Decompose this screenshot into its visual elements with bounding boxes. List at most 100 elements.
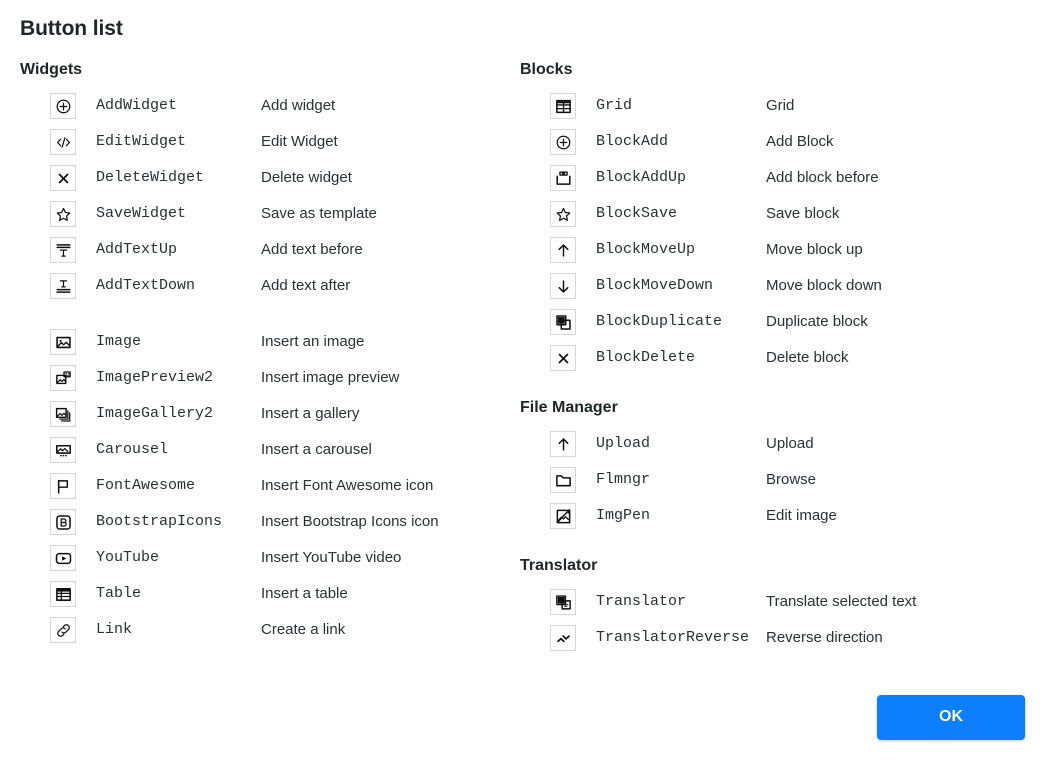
text-add-up-icon xyxy=(50,237,76,263)
folder-icon xyxy=(550,467,576,493)
button-name: AddTextUp xyxy=(96,241,178,258)
button-row[interactable]: ImagePreview2 Insert image preview xyxy=(20,360,520,396)
button-description: Browse xyxy=(766,471,817,488)
button-description: Insert Font Awesome icon xyxy=(261,477,434,494)
plus-circle-icon xyxy=(50,93,76,119)
button-group: Image Insert an image ImagePreview2 Insert … xyxy=(20,324,520,648)
button-row[interactable]: BlockMoveUp Move block up xyxy=(520,232,1047,268)
image-icon xyxy=(50,329,76,355)
button-description: Upload xyxy=(766,435,814,452)
button-row[interactable]: Upload Upload xyxy=(520,426,1047,462)
plus-circle-icon xyxy=(550,129,576,155)
button-name: Flmngr xyxy=(596,471,651,488)
button-row[interactable] xyxy=(520,656,1047,658)
button-name: BlockMoveDown xyxy=(596,277,714,294)
ok-button[interactable]: OK xyxy=(877,694,1025,740)
button-description: Grid xyxy=(766,97,795,114)
dialog-footer: OK xyxy=(0,671,1047,763)
button-name: AddTextDown xyxy=(96,277,196,294)
button-row[interactable]: DeleteWidget Delete widget xyxy=(20,160,520,196)
button-row[interactable]: BootstrapIcons Insert Bootstrap Icons ico… xyxy=(20,504,520,540)
button-row[interactable]: BlockDelete Delete block xyxy=(520,340,1047,376)
left-column: Widgets AddWidget Add widget EditWidget Edit… xyxy=(20,60,520,648)
button-row[interactable]: Translator Translate selected text xyxy=(520,584,1047,620)
button-row[interactable]: ImageGallery2 Insert a gallery xyxy=(20,396,520,432)
button-description: Insert a carousel xyxy=(261,441,372,458)
button-description: Add block before xyxy=(766,169,879,186)
button-row[interactable]: Flmngr Browse xyxy=(520,462,1047,498)
button-description: Insert an image xyxy=(261,333,365,350)
button-name: Upload xyxy=(596,435,651,452)
button-description: Reverse direction xyxy=(766,629,883,646)
button-description: Edit image xyxy=(766,507,837,524)
button-group: Translator Translate selected text Transla… xyxy=(520,584,1047,658)
dialog-body-scroll[interactable]: Widgets AddWidget Add widget EditWidget Edit… xyxy=(0,60,1047,658)
star-icon xyxy=(50,201,76,227)
link-icon xyxy=(50,617,76,643)
section-title: Translator xyxy=(520,557,598,574)
button-row[interactable]: AddTextDown Add text after xyxy=(20,268,520,304)
button-name: BlockDelete xyxy=(596,349,696,366)
section-blocks: Blocks Grid Grid BlockAdd Add Block BlockAddU… xyxy=(520,60,1047,376)
button-name: AddWidget xyxy=(96,97,178,114)
button-description: Insert a table xyxy=(261,585,348,602)
dialog-header: Button list xyxy=(0,0,1047,42)
button-name: EditWidget xyxy=(96,133,187,150)
button-name: Grid xyxy=(596,97,633,114)
button-description: Delete widget xyxy=(261,169,352,186)
grid-icon xyxy=(550,93,576,119)
section-title: Widgets xyxy=(20,61,83,78)
button-row[interactable]: AddTextUp Add text before xyxy=(20,232,520,268)
button-name: Link xyxy=(96,621,133,638)
button-row[interactable]: SaveWidget Save as template xyxy=(20,196,520,232)
button-description: Move block up xyxy=(766,241,863,258)
button-row[interactable]: YouTube Insert YouTube video xyxy=(20,540,520,576)
button-row[interactable]: AddWidget Add widget xyxy=(20,88,520,124)
section-title: Blocks xyxy=(520,61,573,78)
right-column: Blocks Grid Grid BlockAdd Add Block BlockAddU… xyxy=(520,60,1047,658)
bootstrap-icon xyxy=(50,509,76,535)
duplicate-icon xyxy=(550,309,576,335)
button-description: Translate selected text xyxy=(766,593,917,610)
button-row[interactable]: Image Insert an image xyxy=(20,324,520,360)
code-icon xyxy=(50,129,76,155)
button-row[interactable]: Table Insert a table xyxy=(20,576,520,612)
button-name: ImgPen xyxy=(596,507,651,524)
button-name: BlockMoveUp xyxy=(596,241,696,258)
button-row[interactable]: Link Create a link xyxy=(20,612,520,648)
button-name: BlockSave xyxy=(596,205,678,222)
button-name: SaveWidget xyxy=(96,205,187,222)
button-row[interactable]: ImgPen Edit image xyxy=(520,498,1047,534)
image-gallery-icon xyxy=(50,401,76,427)
button-name: BlockAdd xyxy=(596,133,669,150)
button-description: Move block down xyxy=(766,277,882,294)
button-row[interactable]: BlockAddUp Add block before xyxy=(520,160,1047,196)
button-row[interactable]: BlockMoveDown Move block down xyxy=(520,268,1047,304)
button-row[interactable]: EditWidget Edit Widget xyxy=(20,124,520,160)
button-row[interactable]: TranslatorReverse Reverse direction xyxy=(520,620,1047,656)
button-description: Insert YouTube video xyxy=(261,549,402,566)
chevron-updown-icon xyxy=(550,625,576,651)
button-row[interactable]: BlockSave Save block xyxy=(520,196,1047,232)
button-name: BlockAddUp xyxy=(596,169,687,186)
translate-icon xyxy=(550,589,576,615)
button-row[interactable]: Grid Grid xyxy=(520,88,1047,124)
block-add-up-icon xyxy=(550,165,576,191)
button-description: Insert image preview xyxy=(261,369,400,386)
arrow-up-icon xyxy=(550,237,576,263)
button-description: Add text after xyxy=(261,277,351,294)
button-description: Add Block xyxy=(766,133,834,150)
close-x-icon xyxy=(50,165,76,191)
text-add-down-icon xyxy=(50,273,76,299)
button-row[interactable]: BlockDuplicate Duplicate block xyxy=(520,304,1047,340)
section-translator: Translator Translator Translate selected t… xyxy=(520,556,1047,658)
button-row[interactable]: Carousel Insert a carousel xyxy=(20,432,520,468)
button-name: FontAwesome xyxy=(96,477,196,494)
page-title: Button list xyxy=(20,17,123,40)
button-name: Table xyxy=(96,585,142,602)
button-row[interactable]: BlockAdd Add Block xyxy=(520,124,1047,160)
button-row[interactable]: FontAwesome Insert Font Awesome icon xyxy=(20,468,520,504)
image-preview-icon xyxy=(50,365,76,391)
close-x-icon xyxy=(550,345,576,371)
button-description: Add text before xyxy=(261,241,363,258)
